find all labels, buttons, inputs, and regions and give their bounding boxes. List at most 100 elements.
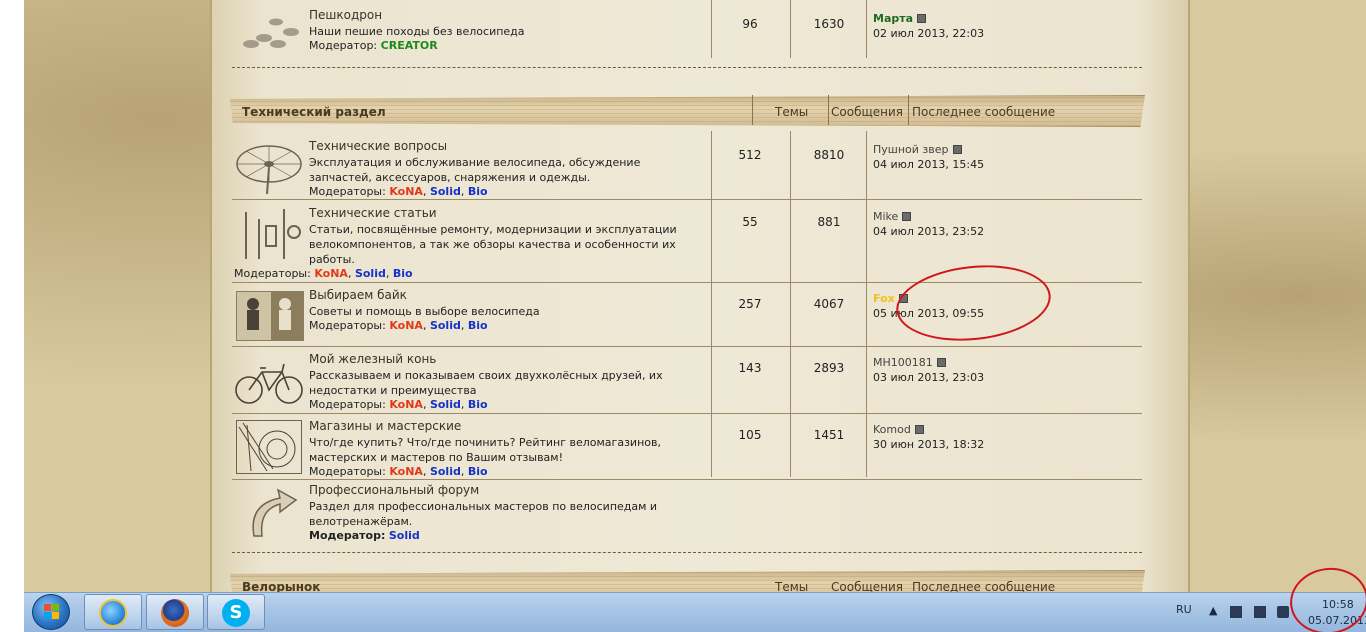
- forum-title[interactable]: Пешкодрон: [309, 8, 382, 22]
- separator: ,: [460, 398, 465, 411]
- taskbar-ie-button[interactable]: [84, 594, 142, 630]
- posts-count: 1451: [813, 428, 845, 442]
- last-post-author-name[interactable]: Марта: [873, 12, 913, 25]
- topics-count: 257: [738, 297, 762, 311]
- column-topics-header: Темы: [775, 105, 809, 119]
- last-post-date: 30 июн 2013, 18:32: [873, 438, 985, 451]
- forum-description: Эксплуатация и обслуживание велосипеда, …: [309, 156, 641, 184]
- moderator-link[interactable]: Bio: [468, 185, 488, 198]
- forum-title[interactable]: Магазины и мастерские: [309, 419, 461, 433]
- view-post-icon[interactable]: [952, 145, 962, 154]
- show-hidden-icons-icon[interactable]: ▲: [1209, 604, 1217, 617]
- workshop-icon: [236, 420, 302, 474]
- windows-logo-icon: [44, 604, 59, 619]
- last-post-author-name[interactable]: Пушной звер: [873, 143, 949, 156]
- forum-title[interactable]: Выбираем байк: [309, 288, 407, 302]
- column-divider: [866, 131, 867, 477]
- moderator-link[interactable]: Solid: [430, 398, 461, 411]
- separator: ,: [385, 267, 390, 280]
- tray-device-icon[interactable]: [1230, 606, 1242, 618]
- topics-count: 55: [742, 215, 758, 229]
- separator: ,: [460, 465, 465, 478]
- moderators-label: Модераторы:: [309, 185, 386, 198]
- column-divider: [790, 131, 791, 477]
- moderator-link[interactable]: Bio: [468, 398, 488, 411]
- moderator-link[interactable]: Solid: [430, 185, 461, 198]
- internet-explorer-icon: [99, 599, 127, 627]
- wheel-icon: [234, 136, 304, 196]
- tools-icon: [234, 204, 304, 264]
- tray-network-icon[interactable]: [1254, 606, 1266, 618]
- moderator-link[interactable]: CREATOR: [381, 39, 438, 52]
- separator: ,: [347, 267, 352, 280]
- topics-count: 96: [742, 17, 758, 31]
- forum-description: Наши пешие походы без велосипеда: [309, 25, 525, 38]
- topics-count: 512: [738, 148, 762, 162]
- last-post-author[interactable]: Марта: [873, 12, 927, 25]
- moderator-link[interactable]: KoNA: [314, 267, 348, 280]
- moderator-link[interactable]: Bio: [393, 267, 413, 280]
- view-post-icon[interactable]: [917, 14, 927, 23]
- moderator-link[interactable]: Bio: [468, 465, 488, 478]
- moderator-link[interactable]: Bio: [468, 319, 488, 332]
- separator: ,: [460, 319, 465, 332]
- moderator-link[interactable]: KoNA: [389, 398, 423, 411]
- last-post-author-name[interactable]: MH100181: [873, 356, 933, 369]
- moderator-link[interactable]: KoNA: [389, 319, 423, 332]
- category-title[interactable]: Технический раздел: [242, 105, 386, 119]
- last-post-author[interactable]: Komod: [873, 423, 924, 436]
- topics-count: 105: [738, 428, 762, 442]
- language-indicator[interactable]: RU: [1176, 603, 1192, 616]
- forum-title[interactable]: Технические статьи: [309, 206, 437, 220]
- view-post-icon[interactable]: [902, 212, 912, 221]
- last-post-author-name[interactable]: Mike: [873, 210, 898, 223]
- view-post-icon[interactable]: [936, 358, 946, 367]
- moderator-link[interactable]: Solid: [389, 529, 420, 542]
- separator: ,: [460, 185, 465, 198]
- topics-count: 143: [738, 361, 762, 375]
- tray-volume-icon[interactable]: [1277, 606, 1289, 618]
- moderators-label: Модераторы:: [309, 319, 386, 332]
- column-divider: [752, 95, 753, 125]
- choosing-bike-icon: [236, 291, 304, 341]
- last-post-date: 02 июл 2013, 22:03: [873, 27, 985, 40]
- posts-count: 2893: [813, 361, 845, 375]
- column-divider: [790, 0, 791, 58]
- curved-arrow-icon: [240, 484, 300, 539]
- forum-moderators: Модератор: CREATOR: [309, 39, 438, 52]
- row-divider: [232, 479, 1142, 480]
- forum-title[interactable]: Профессиональный форум: [309, 483, 479, 497]
- moderator-link[interactable]: Solid: [430, 465, 461, 478]
- last-post-author[interactable]: Пушной звер: [873, 143, 962, 156]
- column-divider: [866, 0, 867, 58]
- view-post-icon[interactable]: [914, 425, 924, 434]
- forum-moderators: Модераторы: KoNA, Solid, Bio: [309, 465, 488, 478]
- forum-moderators: Модераторы: KoNA, Solid, Bio: [234, 267, 413, 280]
- last-post-author[interactable]: Mike: [873, 210, 912, 223]
- forum-title[interactable]: Технические вопросы: [309, 139, 447, 153]
- column-divider: [711, 131, 712, 477]
- footprints-icon: [236, 2, 306, 62]
- start-button[interactable]: [32, 594, 70, 630]
- forum-description: Советы и помощь в выборе велосипеда: [309, 305, 540, 318]
- separator: ,: [422, 185, 427, 198]
- taskbar-skype-button[interactable]: S: [207, 594, 265, 630]
- column-last-post-header: Последнее сообщение: [912, 105, 1056, 119]
- last-post-date: 04 июл 2013, 23:52: [873, 225, 985, 238]
- moderators-label: Модератор:: [309, 529, 386, 542]
- firefox-icon: [161, 599, 189, 627]
- last-post-author[interactable]: MH100181: [873, 356, 946, 369]
- forum-title[interactable]: Мой железный конь: [309, 352, 436, 366]
- last-post-author-name[interactable]: Komod: [873, 423, 911, 436]
- last-post-date: 04 июл 2013, 15:45: [873, 158, 985, 171]
- last-post-author-name[interactable]: Fox: [873, 292, 895, 305]
- moderator-link[interactable]: Solid: [355, 267, 386, 280]
- moderator-link[interactable]: Solid: [430, 319, 461, 332]
- moderator-link[interactable]: KoNA: [389, 465, 423, 478]
- taskbar-firefox-button[interactable]: [146, 594, 204, 630]
- moderator-link[interactable]: KoNA: [389, 185, 423, 198]
- last-post-date: 03 июл 2013, 23:03: [873, 371, 985, 384]
- forum-moderators: Модераторы: KoNA, Solid, Bio: [309, 185, 488, 198]
- column-posts-header: Сообщения: [831, 105, 904, 119]
- moderators-label: Модераторы:: [234, 267, 311, 280]
